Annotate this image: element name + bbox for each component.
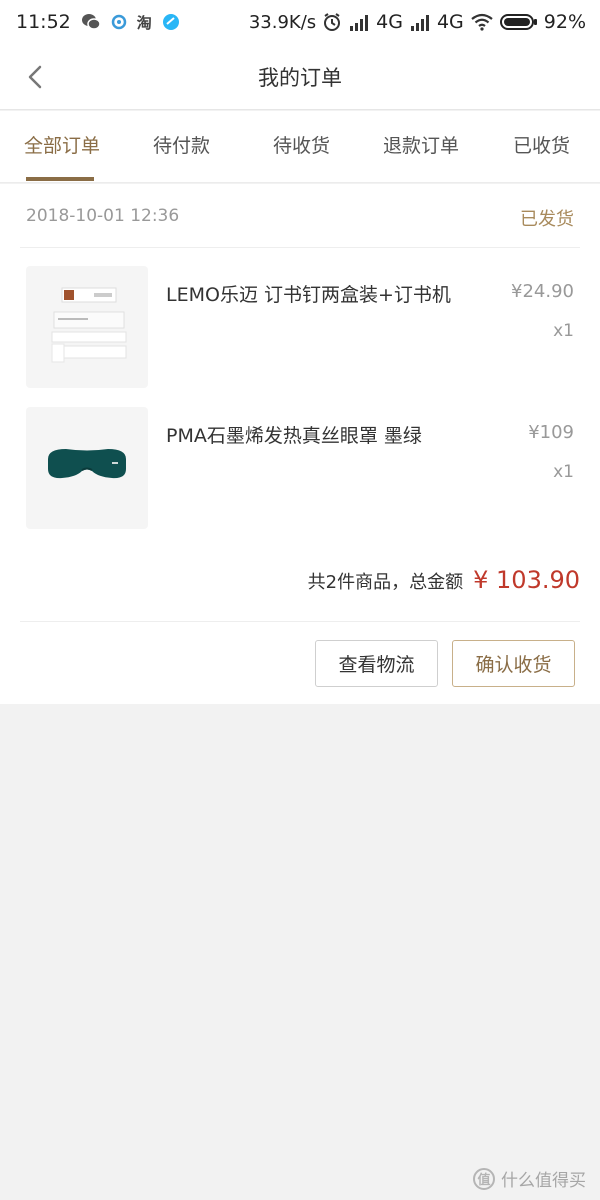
order-item[interactable]: LEMO乐迈 订书钉两盒装+订书机 ¥24.90 x1 [0,266,600,390]
active-tab-indicator [26,177,94,181]
network-speed: 33.9K/s [248,11,317,33]
nav-bar: 我的订单 [0,44,600,110]
china-mobile-icon [111,14,127,30]
watermark-badge: 值 [473,1167,495,1190]
product-price: ¥24.90 [511,281,574,302]
view-logistics-button[interactable]: 查看物流 [315,640,438,687]
order-tabs: 全部订单 待付款 待收货 退款订单 已收货 [0,111,600,183]
order-status: 已发货 [520,209,574,230]
product-name: PMA石墨烯发热真丝眼罩 墨绿 [166,425,422,447]
tab-all-orders[interactable]: 全部订单 [24,131,100,158]
order-card[interactable]: 2018-10-01 12:36 已发货 LEMO乐迈 订书钉两盒装+订书机 ¥… [0,184,600,704]
network-type-2: 4G [436,11,464,33]
tab-received[interactable]: 已收货 [513,131,570,158]
confirm-receipt-button[interactable]: 确认收货 [452,640,575,687]
divider [20,621,580,622]
signal-icon [409,13,431,31]
wechat-icon [81,13,101,31]
watermark-text: 什么值得买 [501,1171,586,1191]
order-date: 2018-10-01 12:36 [26,206,180,226]
signal-hd-icon [348,13,370,31]
app-bubble-icon [162,13,180,31]
clock: 11:52 [16,11,71,33]
status-bar: 11:52 淘 33.9K/s 4G 4G 92% [0,0,600,44]
product-name: LEMO乐迈 订书钉两盒装+订书机 [166,284,451,306]
product-price: ¥109 [528,422,574,443]
product-quantity: x1 [553,321,574,341]
network-type-1: 4G [376,11,403,33]
battery-icon [499,13,538,31]
stapler-product-image [26,266,148,388]
tab-pending-payment[interactable]: 待付款 [153,131,210,158]
eye-mask-product-image [26,407,148,529]
summary-text: 共2件商品，总金额 [307,572,464,593]
battery-level: 92% [543,11,586,33]
alarm-icon [322,12,342,32]
order-summary: 共2件商品，总金额 ¥ 103.90 [308,566,580,594]
order-item[interactable]: PMA石墨烯发热真丝眼罩 墨绿 ¥109 x1 [0,407,600,531]
page-title: 我的订单 [258,66,342,90]
order-total: ¥ 103.90 [473,566,580,594]
product-quantity: x1 [553,462,574,482]
watermark: 值 什么值得买 [473,1166,586,1191]
divider [20,247,580,248]
tab-refund-orders[interactable]: 退款订单 [383,131,459,158]
wifi-icon [470,13,494,31]
tab-pending-receipt[interactable]: 待收货 [273,131,330,158]
taobao-icon: 淘 [136,13,152,32]
